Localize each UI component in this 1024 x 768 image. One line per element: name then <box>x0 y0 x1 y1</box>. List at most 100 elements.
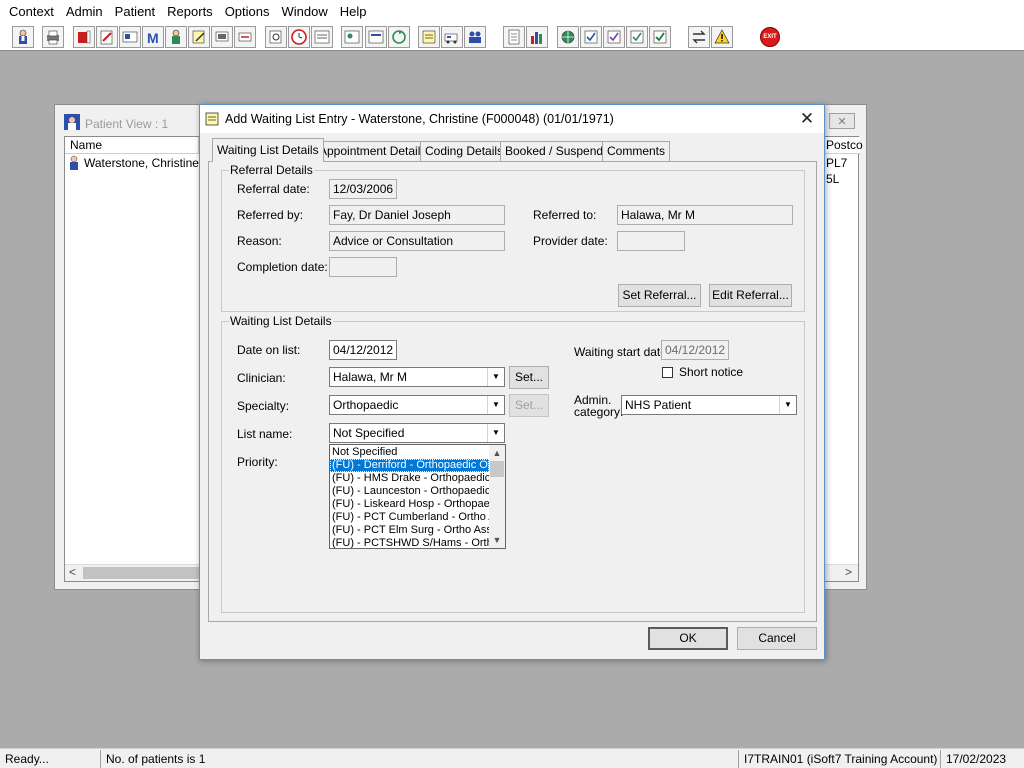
clinician-icon[interactable] <box>165 26 187 48</box>
short-notice-checkbox[interactable] <box>662 367 673 378</box>
specialty-select[interactable]: Orthopaedic ▼ <box>329 395 505 415</box>
toolbar: M EXIT <box>0 24 1024 51</box>
referred-to-field: Halawa, Mr M <box>617 205 793 225</box>
list-option[interactable]: (FU) - HMS Drake - Orthopaedic <box>330 472 489 485</box>
tab-coding-details[interactable]: Coding Details <box>420 141 509 161</box>
confirm-icon[interactable] <box>626 26 648 48</box>
list-name-select[interactable]: Not Specified ▼ <box>329 423 505 443</box>
menu-window[interactable]: Window <box>276 0 334 24</box>
scrollbar-thumb[interactable] <box>83 567 213 579</box>
list-option[interactable]: Not Specified <box>330 446 489 459</box>
menu-reports[interactable]: Reports <box>161 0 219 24</box>
list-name-label: List name: <box>237 427 293 441</box>
specialty-value: Orthopaedic <box>333 398 399 412</box>
edit-referral-button[interactable]: Edit Referral... <box>709 284 792 307</box>
ambulance-icon-graphic <box>444 33 458 44</box>
list-window-icon[interactable] <box>311 26 333 48</box>
menu-admin[interactable]: Admin <box>60 0 109 24</box>
chevron-down-icon[interactable]: ▼ <box>489 532 505 548</box>
list-option[interactable]: (FU) - PCT Cumberland - Ortho A <box>330 511 489 524</box>
dropdown-scrollbar[interactable]: ▲ ▼ <box>489 445 505 548</box>
scrollbar-thumb[interactable] <box>490 461 504 477</box>
chevron-down-icon[interactable]: ▼ <box>487 396 504 414</box>
ambulance-icon[interactable] <box>441 26 463 48</box>
chevron-down-icon[interactable]: ▼ <box>487 424 504 442</box>
transfer-icon-graphic <box>238 32 252 42</box>
date-on-list-field[interactable]: 04/12/2012 <box>329 340 397 360</box>
note-pencil-icon[interactable] <box>188 26 210 48</box>
status-date: 17/02/2023 <box>940 750 1024 768</box>
list-option[interactable]: (FU) - Liskeard Hosp - Orthopaed <box>330 498 489 511</box>
book-icon-graphic <box>78 30 91 44</box>
team-icon[interactable] <box>464 26 486 48</box>
globe-icon[interactable] <box>557 26 579 48</box>
approve-icon-graphic <box>607 30 621 44</box>
edit-document-icon[interactable] <box>96 26 118 48</box>
transfer-icon[interactable] <box>234 26 256 48</box>
menu-help[interactable]: Help <box>334 0 373 24</box>
clinician-select[interactable]: Halawa, Mr M ▼ <box>329 367 505 387</box>
column-header-postcode[interactable]: Postco <box>824 137 863 154</box>
clinician-label: Clinician: <box>237 371 286 385</box>
list-option[interactable]: (FU) - Launceston - Orthopaedic <box>330 485 489 498</box>
chevron-down-icon[interactable]: ▼ <box>779 396 796 414</box>
bar-chart-icon[interactable] <box>526 26 548 48</box>
date-on-list-label: Date on list: <box>237 343 301 357</box>
column-header-name[interactable]: Name <box>65 137 199 154</box>
set-specialty-button: Set... <box>509 394 549 417</box>
tab-waiting-list-details[interactable]: Waiting List Details <box>212 138 324 162</box>
swap-icon-graphic <box>692 30 706 44</box>
exit-button[interactable]: EXIT <box>760 27 780 47</box>
admin-category-select[interactable]: NHS Patient ▼ <box>621 395 797 415</box>
menu-options[interactable]: Options <box>219 0 276 24</box>
tab-appointment-details[interactable]: Appointment Details <box>314 141 432 161</box>
chevron-up-icon[interactable]: ▲ <box>489 445 505 461</box>
notes-icon[interactable] <box>418 26 440 48</box>
referral-date-field: 12/03/2006 <box>329 179 397 199</box>
record-icon[interactable] <box>119 26 141 48</box>
cancel-button[interactable]: Cancel <box>737 627 817 650</box>
menu-patient[interactable]: Patient <box>109 0 161 24</box>
flag-icon[interactable] <box>211 26 233 48</box>
approve-icon[interactable] <box>603 26 625 48</box>
admin-category-label: Admin. category: <box>574 394 623 418</box>
checklist-icon[interactable] <box>580 26 602 48</box>
print-icon-graphic <box>47 30 59 45</box>
specialty-label: Specialty: <box>237 399 290 413</box>
scroll-right-icon[interactable]: > <box>845 565 852 579</box>
referral-details-legend: Referral Details <box>229 163 314 177</box>
set-referral-button[interactable]: Set Referral... <box>618 284 701 307</box>
book-icon[interactable] <box>73 26 95 48</box>
scroll-left-icon[interactable]: < <box>69 565 76 579</box>
list-option[interactable]: (FU) - PCTSHWD S/Hams - Orth <box>330 537 489 548</box>
referral-date-label: Referral date: <box>237 182 310 196</box>
patient-view-close-button[interactable]: ✕ <box>829 113 855 129</box>
admin-category-label-line2: category: <box>574 405 624 419</box>
patient-icon[interactable] <box>12 26 34 48</box>
menu-context[interactable]: Context <box>3 0 60 24</box>
refresh-icon[interactable] <box>388 26 410 48</box>
clock-icon[interactable] <box>288 26 310 48</box>
list-name-dropdown[interactable]: Not Specified (FU) - Derriford - Orthopa… <box>329 444 506 549</box>
page-icon[interactable] <box>503 26 525 48</box>
provider-date-field <box>617 231 685 251</box>
exit-label: EXIT <box>763 34 777 40</box>
chevron-down-icon[interactable]: ▼ <box>487 368 504 386</box>
list-option-selected[interactable]: (FU) - Derriford - Orthopaedic OP <box>330 459 489 472</box>
list-option[interactable]: (FU) - PCT Elm Surg - Ortho Asse <box>330 524 489 537</box>
print-icon[interactable] <box>42 26 64 48</box>
warning-icon[interactable] <box>711 26 733 48</box>
tab-booked-suspend[interactable]: Booked / Suspend <box>500 141 609 161</box>
person-card-icon[interactable] <box>341 26 363 48</box>
swap-icon[interactable] <box>688 26 710 48</box>
form-icon[interactable] <box>365 26 387 48</box>
referred-by-field: Fay, Dr Daniel Joseph <box>329 205 505 225</box>
letter-m-icon[interactable]: M <box>142 26 164 48</box>
tab-comments[interactable]: Comments <box>602 141 671 161</box>
accept-icon[interactable] <box>649 26 671 48</box>
search-document-icon[interactable] <box>265 26 287 48</box>
dialog-close-button[interactable]: ✕ <box>796 108 818 130</box>
ok-button[interactable]: OK <box>648 627 728 650</box>
set-clinician-button[interactable]: Set... <box>509 366 549 389</box>
close-icon: ✕ <box>837 115 847 128</box>
